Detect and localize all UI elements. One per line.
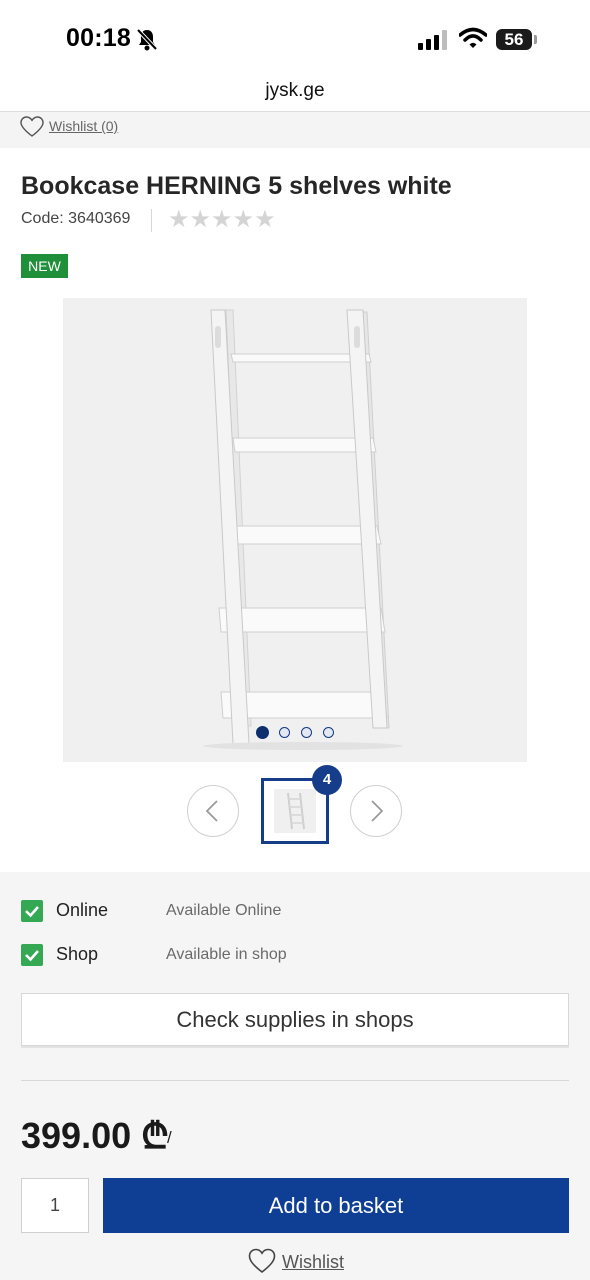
new-badge: NEW	[21, 254, 68, 278]
wishlist-link[interactable]: Wishlist (0)	[49, 118, 118, 134]
next-image-button[interactable]	[350, 785, 402, 837]
shop-checkbox	[21, 944, 43, 966]
product-image[interactable]	[63, 298, 527, 762]
online-checkbox	[21, 900, 43, 922]
price-unit: /	[167, 1128, 172, 1147]
product-code: Code: 3640369	[21, 210, 131, 227]
availability-status-shop: Available in shop	[166, 946, 287, 963]
availability-label-shop: Shop	[56, 944, 99, 964]
add-to-basket-button[interactable]: Add to basket	[103, 1178, 569, 1233]
image-count-badge: 4	[312, 765, 342, 795]
divider	[151, 209, 152, 232]
checkmark-icon	[25, 950, 39, 962]
heart-icon[interactable]	[20, 116, 44, 143]
carousel-dot-3[interactable]	[301, 727, 312, 738]
availability-status-online: Available Online	[166, 902, 282, 919]
check-supplies-button[interactable]: Check supplies in shops	[21, 993, 569, 1046]
chevron-right-icon	[371, 800, 384, 822]
battery-tip	[534, 35, 537, 44]
rating-stars[interactable]: ★★★★★	[168, 205, 276, 234]
wishlist-link[interactable]: Wishlist	[282, 1252, 344, 1273]
carousel-dot-4[interactable]	[323, 727, 334, 738]
status-time: 00:18	[66, 24, 131, 52]
battery-indicator: 56	[496, 29, 532, 50]
bookcase-illustration	[203, 309, 403, 750]
signal-icon	[418, 30, 448, 55]
heart-icon[interactable]	[248, 1248, 276, 1279]
carousel-dot-2[interactable]	[279, 727, 290, 738]
wifi-icon	[458, 27, 488, 54]
chevron-left-icon	[205, 800, 218, 822]
carousel-dot-1[interactable]	[256, 726, 269, 739]
availability-label-online: Online	[56, 900, 109, 920]
product-title: Bookcase HERNING 5 shelves white	[21, 172, 452, 200]
prev-image-button[interactable]	[187, 785, 239, 837]
bell-muted-icon	[136, 28, 158, 57]
checkmark-icon	[25, 906, 39, 918]
divider	[21, 1080, 569, 1081]
address-bar-url[interactable]: jysk.ge	[0, 80, 590, 102]
quantity-input[interactable]: 1	[21, 1178, 89, 1233]
price: 399.00 ₾	[21, 1115, 169, 1156]
